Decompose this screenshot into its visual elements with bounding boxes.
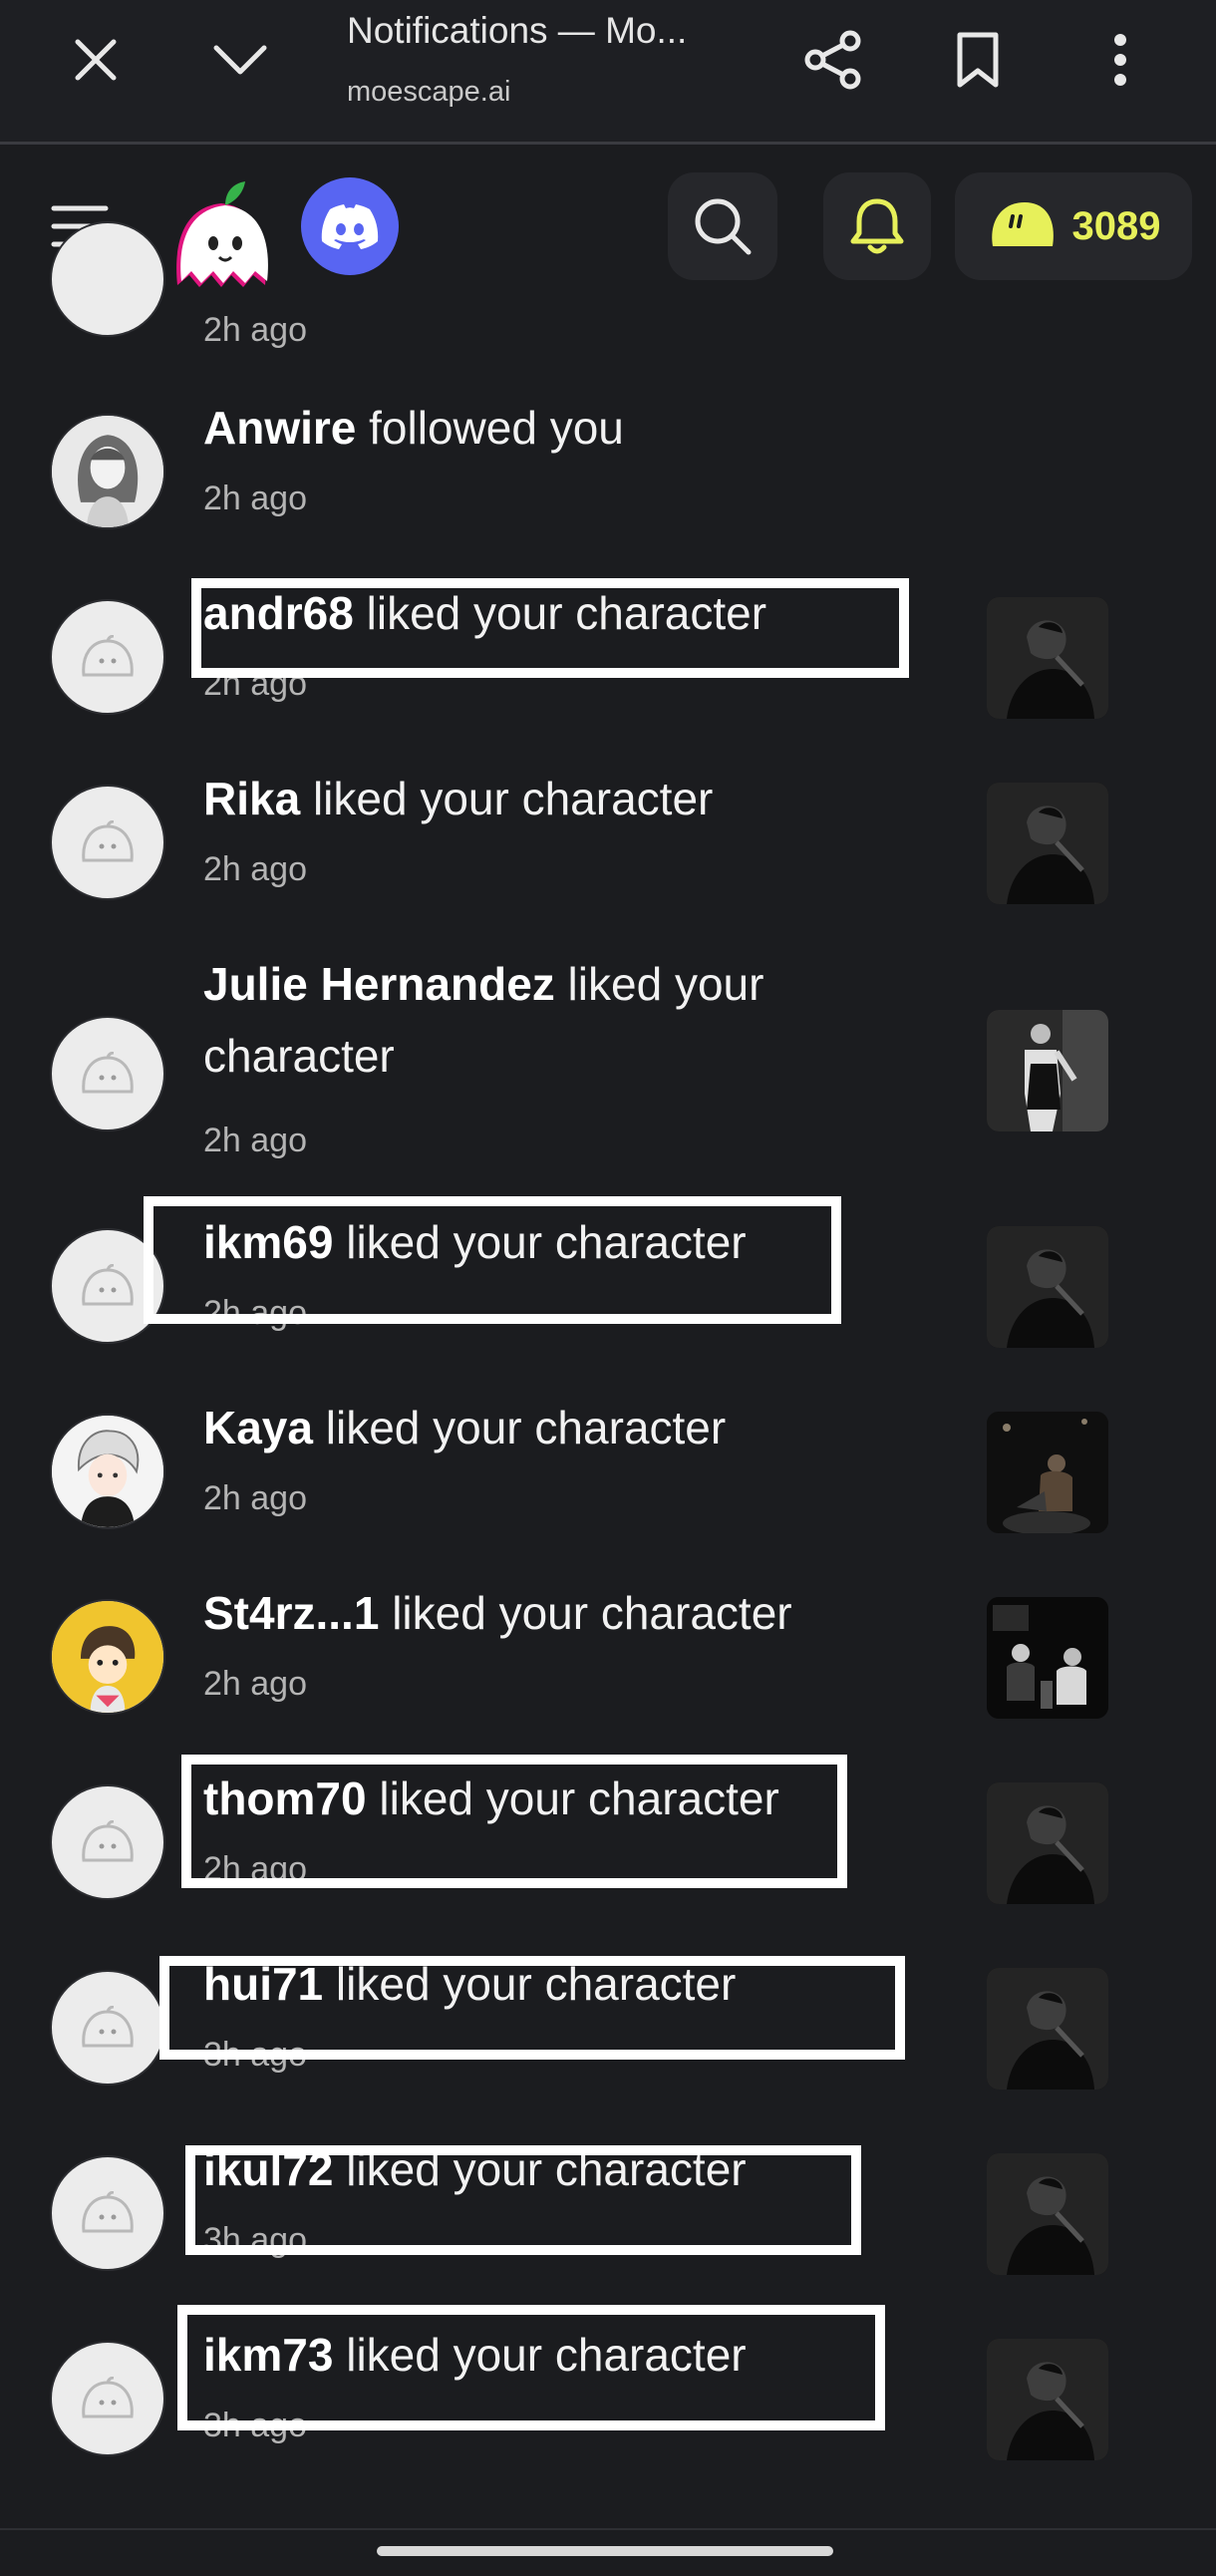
notification-username[interactable]: Rika [203,773,300,824]
notification-time: 2h ago [203,1294,307,1332]
character-thumbnail[interactable] [987,2339,1108,2460]
notification-time: 2h ago [203,1479,307,1517]
list-item-partial[interactable]: 2h ago [0,221,1216,357]
notification-time: 2h ago [203,1665,307,1703]
divider [0,2528,1216,2530]
notification-username[interactable]: Julie Hernandez [203,958,555,1010]
list-item[interactable]: thom70 liked your character 2h ago [0,1772,1216,1970]
avatar[interactable] [50,1414,165,1529]
notification-text: Rika liked your character [203,763,861,834]
notification-time: 3h ago [203,2407,307,2444]
coin-count: 3089 [1071,203,1161,248]
notification-text: Kaya liked your character [203,1392,861,1463]
avatar [50,221,165,337]
character-thumbnail[interactable] [987,1968,1108,2090]
notification-action: liked your character [323,1958,737,2010]
notification-action: liked your character [333,2143,747,2195]
avatar[interactable] [50,1228,165,1344]
bell-icon [850,198,904,254]
character-thumbnail[interactable] [987,2153,1108,2275]
notification-action: followed you [356,402,624,454]
home-indicator[interactable] [377,2546,833,2556]
notification-time: 2h ago [203,850,307,888]
character-thumbnail[interactable] [987,783,1108,904]
notification-username[interactable]: ikul72 [203,2143,333,2195]
page-title: Notifications — Mo... [347,10,688,51]
search-button[interactable] [668,172,777,280]
notification-action: liked your character [333,1216,747,1268]
avatar[interactable] [50,414,165,529]
character-thumbnail[interactable] [987,1782,1108,1904]
coin-balance-button[interactable]: 3089 [955,172,1192,280]
avatar[interactable] [50,1784,165,1900]
notification-text: ikm69 liked your character [203,1206,861,1278]
browser-toolbar: Notifications — Mo... moescape.ai [0,0,1216,145]
avatar[interactable] [50,2155,165,2271]
notification-username[interactable]: thom70 [203,1772,367,1824]
avatar[interactable] [50,1016,165,1131]
notification-text: Julie Hernandez liked your character [203,948,861,1092]
list-item[interactable]: ikm73 liked your character 3h ago [0,2329,1216,2526]
notification-text: Anwire followed you [203,392,861,464]
list-item[interactable]: andr68 liked your character 2h ago [0,587,1216,785]
coin-blob-icon [991,202,1054,246]
character-thumbnail[interactable] [987,1010,1108,1131]
notification-time: 2h ago [203,1122,307,1159]
character-thumbnail[interactable] [987,597,1108,719]
notification-time: 3h ago [203,2036,307,2074]
notification-action: liked your character [333,2329,747,2381]
notification-action: liked your character [353,587,767,639]
character-thumbnail[interactable] [987,1412,1108,1533]
notification-time: 2h ago [203,1850,307,1888]
avatar[interactable] [50,2341,165,2456]
list-item[interactable]: Kaya liked your character 2h ago [0,1402,1216,1599]
notification-action: liked your character [379,1587,792,1639]
character-thumbnail[interactable] [987,1597,1108,1719]
notification-text: hui71 liked your character [203,1948,861,2020]
character-thumbnail[interactable] [987,1226,1108,1348]
notification-time: 3h ago [203,2221,307,2259]
notification-text: thom70 liked your character [203,1763,861,1834]
search-icon [695,198,752,255]
avatar[interactable] [50,1970,165,2086]
notification-username[interactable]: andr68 [203,587,354,639]
list-item[interactable]: St4rz...1 liked your character 2h ago [0,1587,1216,1784]
notification-action: liked your character [366,1772,779,1824]
close-icon[interactable] [60,24,132,96]
notification-time: 2h ago [203,665,307,703]
page-url: moescape.ai [347,76,511,108]
list-item[interactable]: Julie Hernandez liked your character 2h a… [0,958,1216,1199]
avatar[interactable] [50,1599,165,1715]
notification-time: 2h ago [203,480,307,517]
list-item[interactable]: hui71 liked your character 3h ago [0,1958,1216,2155]
notification-text: andr68 liked your character [203,577,861,649]
list-item[interactable]: ikul72 liked your character 3h ago [0,2143,1216,2341]
notification-username[interactable]: ikm69 [203,1216,333,1268]
chevron-down-icon[interactable] [204,24,276,96]
notifications-button[interactable] [823,172,931,280]
more-options-icon[interactable] [1084,24,1156,96]
notification-username[interactable]: Anwire [203,402,356,454]
avatar[interactable] [50,785,165,900]
notification-text: ikul72 liked your character [203,2133,861,2205]
notification-text: St4rz...1 liked your character [203,1577,861,1649]
list-item[interactable]: Anwire followed you 2h ago [0,402,1216,599]
discord-icon[interactable] [301,177,399,275]
notification-username[interactable]: Kaya [203,1402,326,1453]
notification-username[interactable]: hui71 [203,1958,323,2010]
list-item[interactable]: ikm69 liked your character 2h ago [0,1216,1216,1414]
notification-time: 2h ago [203,311,307,349]
site-header: 3089 [0,148,1216,307]
list-item[interactable]: Rika liked your character 2h ago [0,773,1216,970]
moescape-ghost-logo[interactable] [159,167,284,297]
notification-username[interactable]: ikm73 [203,2329,333,2381]
notification-username[interactable]: St4rz...1 [203,1587,379,1639]
share-icon[interactable] [797,24,869,96]
notification-text: ikm73 liked your character [203,2319,861,2391]
notification-action: liked your character [325,1402,727,1453]
bookmark-icon[interactable] [942,24,1014,96]
avatar[interactable] [50,599,165,715]
notification-action: liked your character [300,773,714,824]
